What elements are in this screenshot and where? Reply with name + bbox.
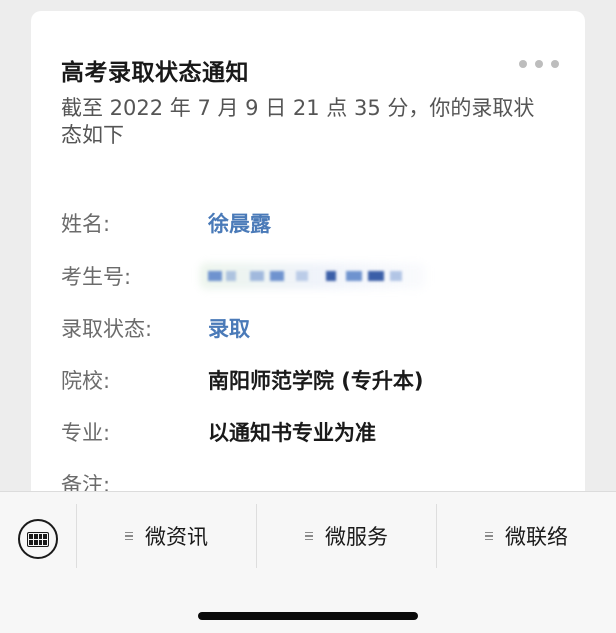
field-label-college: 院校:: [61, 369, 111, 393]
more-options-button[interactable]: [519, 55, 559, 73]
keyboard-icon: [27, 531, 49, 547]
keyboard-toggle-button[interactable]: [18, 519, 58, 559]
card-description: 截至 2022 年 7 月 9 日 21 点 35 分，你的录取状态如下: [61, 96, 535, 147]
field-label-major: 专业:: [61, 421, 111, 445]
menu-item-label: 微联络: [505, 525, 568, 549]
menu-lines-icon: [305, 532, 313, 540]
card-title: 高考录取状态通知: [61, 60, 249, 86]
major-value: 以通知书专业为准: [208, 421, 376, 445]
menu-item-news[interactable]: 微资讯: [76, 504, 256, 568]
home-indicator[interactable]: [198, 612, 418, 620]
menu-item-label: 微服务: [325, 525, 388, 549]
notification-card: 高考录取状态通知 截至 2022 年 7 月 9 日 21 点 35 分，你的录…: [31, 11, 585, 511]
more-dots-icon: [519, 60, 527, 68]
college-value: 南阳师范学院 (专升本): [208, 369, 424, 393]
bottom-menu: 微资讯 微服务 微联络: [76, 504, 616, 568]
field-label-name: 姓名:: [61, 212, 111, 236]
menu-lines-icon: [125, 532, 133, 540]
field-label-admission-status: 录取状态:: [61, 317, 153, 341]
field-row-college: 院校: 南阳师范学院 (专升本): [61, 365, 424, 395]
menu-item-contact[interactable]: 微联络: [436, 504, 616, 568]
field-row-major: 专业: 以通知书专业为准: [61, 417, 376, 447]
field-row-admission-status: 录取状态: 录取: [61, 313, 250, 343]
menu-item-label: 微资讯: [145, 525, 208, 549]
field-row-exam-number: 考生号:: [61, 261, 426, 291]
field-value-name[interactable]: 徐晨露: [208, 208, 271, 238]
field-label-exam-number: 考生号:: [61, 265, 132, 289]
field-row-name: 姓名: 徐晨露: [61, 208, 271, 238]
menu-lines-icon: [485, 532, 493, 540]
exam-number-redacted: [200, 263, 426, 289]
menu-item-services[interactable]: 微服务: [256, 504, 436, 568]
admission-status-value[interactable]: 录取: [208, 313, 250, 343]
